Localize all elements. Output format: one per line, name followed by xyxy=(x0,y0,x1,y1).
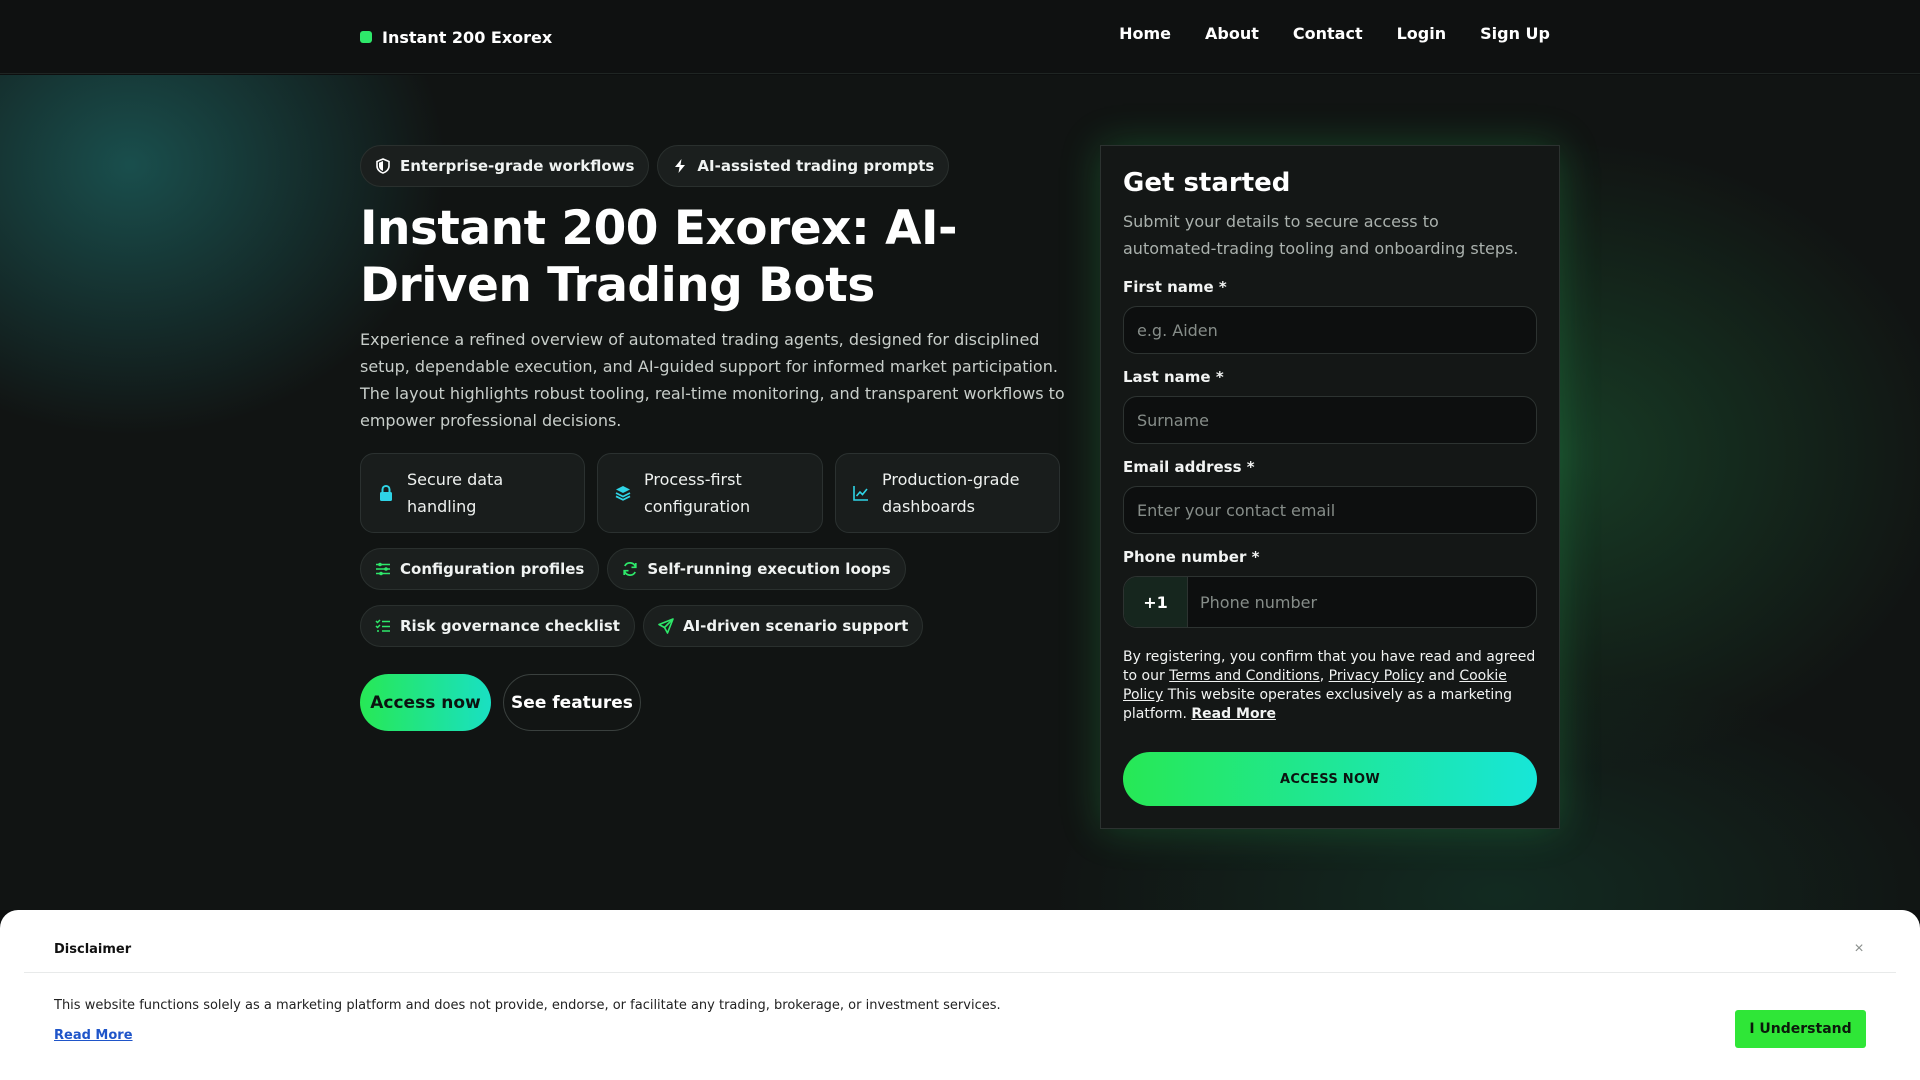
bolt-icon xyxy=(675,159,686,173)
nav-contact[interactable]: Contact xyxy=(1293,24,1363,43)
disclaimer-text: This website functions solely as a marke… xyxy=(54,998,1001,1013)
nav-login[interactable]: Login xyxy=(1397,24,1447,43)
site-header: Instant 200 Exorex Home About Contact Lo… xyxy=(0,0,1920,74)
lock-icon xyxy=(380,484,392,501)
tag-execution-loops: Self-running execution loops xyxy=(607,548,906,590)
i-understand-button[interactable]: I Understand xyxy=(1735,1010,1866,1048)
first-name-input[interactable] xyxy=(1123,306,1537,354)
nav-signup[interactable]: Sign Up xyxy=(1480,24,1550,43)
disclaimer-title: Disclaimer xyxy=(54,942,132,957)
disclaimer-divider xyxy=(24,972,1896,973)
shield-icon xyxy=(376,158,390,174)
phone-field: +1 xyxy=(1123,576,1537,628)
badge-ai: AI-assisted trading prompts xyxy=(657,145,950,187)
tag-config-profiles: Configuration profiles xyxy=(360,548,600,590)
email-label: Email address * xyxy=(1123,458,1255,476)
hero-badges: Enterprise-grade workflows AI-assisted t… xyxy=(360,145,950,187)
see-features-button[interactable]: See features xyxy=(503,674,641,731)
last-name-input[interactable] xyxy=(1123,396,1537,444)
tag-scenario-support: AI-driven scenario support xyxy=(642,605,924,647)
disclaimer-banner: Disclaimer × This website functions sole… xyxy=(0,910,1920,1080)
last-name-label: Last name * xyxy=(1123,368,1224,386)
hero-description: Experience a refined overview of automat… xyxy=(360,330,1065,430)
terms-link[interactable]: Terms and Conditions xyxy=(1169,668,1320,684)
consent-text: By registering, you confirm that you hav… xyxy=(1123,649,1536,722)
layers-icon xyxy=(615,486,631,501)
country-code-selector[interactable]: +1 xyxy=(1124,577,1188,627)
line-chart-icon xyxy=(853,486,868,501)
tag-row-1: Configuration profiles Self-running exec… xyxy=(360,548,906,590)
feature-process-config: Process-first configuration xyxy=(597,453,823,533)
feature-cards: Secure data handling Process-first confi… xyxy=(360,453,1060,533)
email-input[interactable] xyxy=(1123,486,1537,534)
send-icon xyxy=(658,618,674,634)
nav-about[interactable]: About xyxy=(1205,24,1259,43)
phone-input[interactable] xyxy=(1188,577,1536,627)
checklist-icon xyxy=(375,619,390,632)
refresh-icon xyxy=(623,562,638,576)
brand-logo-icon xyxy=(360,31,372,43)
tag-row-2: Risk governance checklist AI-driven scen… xyxy=(360,605,924,647)
hero-cta-row: Access now See features xyxy=(360,674,641,731)
signup-form-card: Get started Submit your details to secur… xyxy=(1100,145,1560,829)
main-nav: Home About Contact Login Sign Up xyxy=(1119,24,1550,43)
feature-dashboards: Production-grade dashboards xyxy=(835,453,1060,533)
brand[interactable]: Instant 200 Exorex xyxy=(360,26,552,48)
disclaimer-read-more-link[interactable]: Read More xyxy=(54,1028,133,1043)
feature-secure-data: Secure data handling xyxy=(360,453,585,533)
close-icon[interactable]: × xyxy=(1850,940,1868,958)
form-submit-button[interactable]: ACCESS NOW xyxy=(1123,752,1537,806)
phone-label: Phone number * xyxy=(1123,548,1260,566)
badge-enterprise: Enterprise-grade workflows xyxy=(360,145,650,187)
sliders-icon xyxy=(376,562,390,576)
consent-read-more-link[interactable]: Read More xyxy=(1191,706,1276,722)
privacy-link[interactable]: Privacy Policy xyxy=(1329,668,1424,684)
access-now-button[interactable]: Access now xyxy=(360,674,491,731)
form-subtitle: Submit your details to secure access to … xyxy=(1123,212,1519,258)
form-title: Get started xyxy=(1123,168,1291,198)
nav-home[interactable]: Home xyxy=(1119,24,1171,43)
first-name-label: First name * xyxy=(1123,278,1227,296)
tag-risk-checklist: Risk governance checklist xyxy=(360,605,635,647)
brand-name: Instant 200 Exorex xyxy=(382,27,553,47)
page-title: Instant 200 Exorex: AI-Driven Trading Bo… xyxy=(360,201,957,313)
